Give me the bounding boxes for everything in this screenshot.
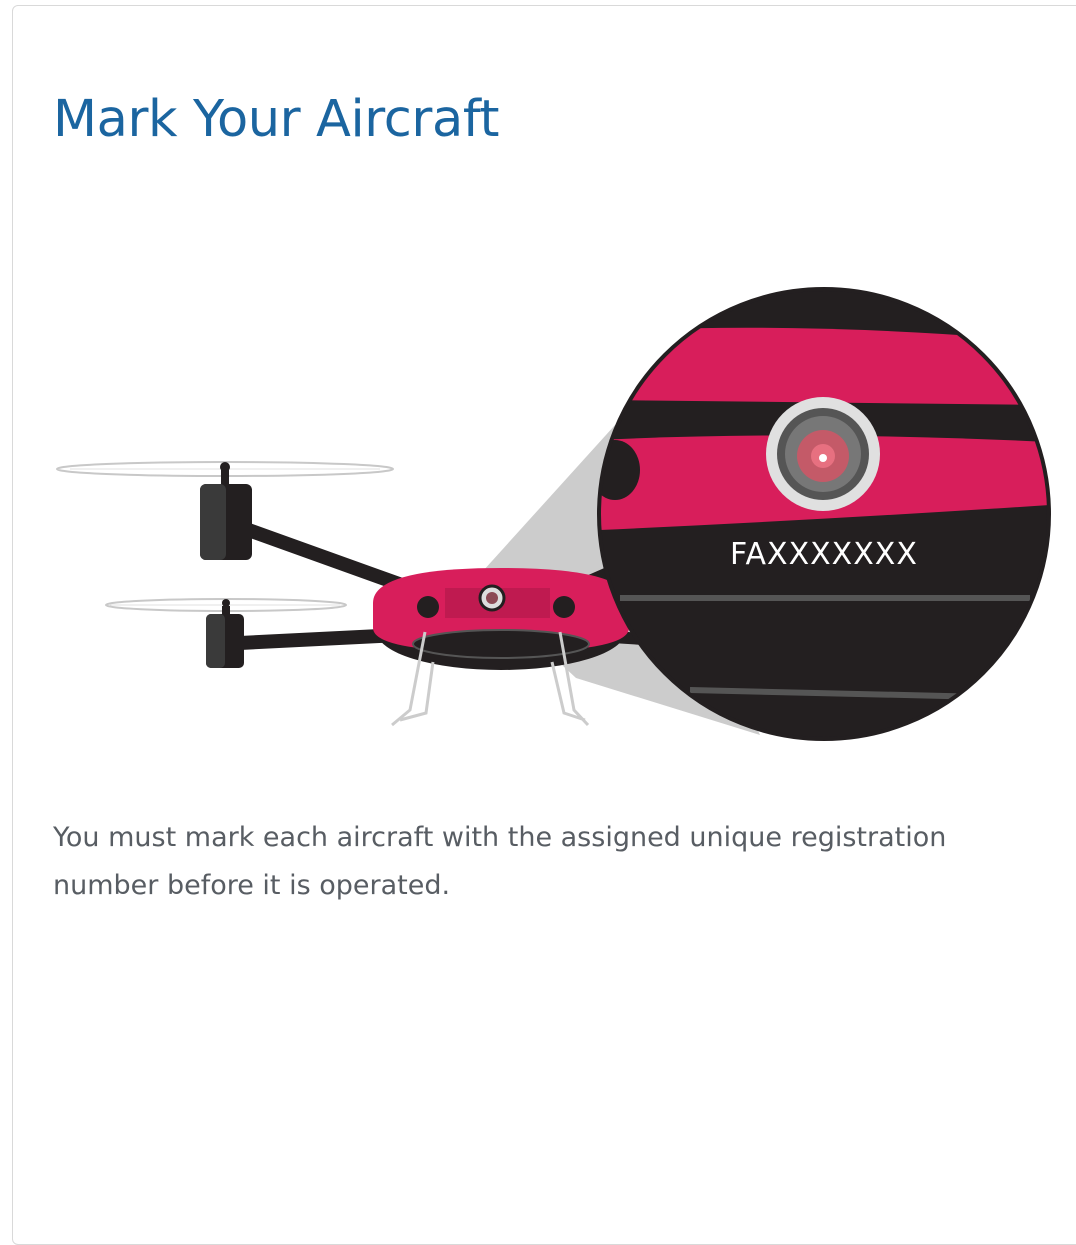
drone-illustration: FAXXXXXXX: [56, 287, 1051, 741]
zoomed-camera-icon: [766, 397, 880, 511]
drone-arm-lower: [233, 628, 407, 650]
page-title: Mark Your Aircraft: [53, 90, 500, 149]
page-description: You must mark each aircraft with the ass…: [53, 822, 947, 901]
registration-marking: FAXXXXXXX: [730, 537, 918, 572]
